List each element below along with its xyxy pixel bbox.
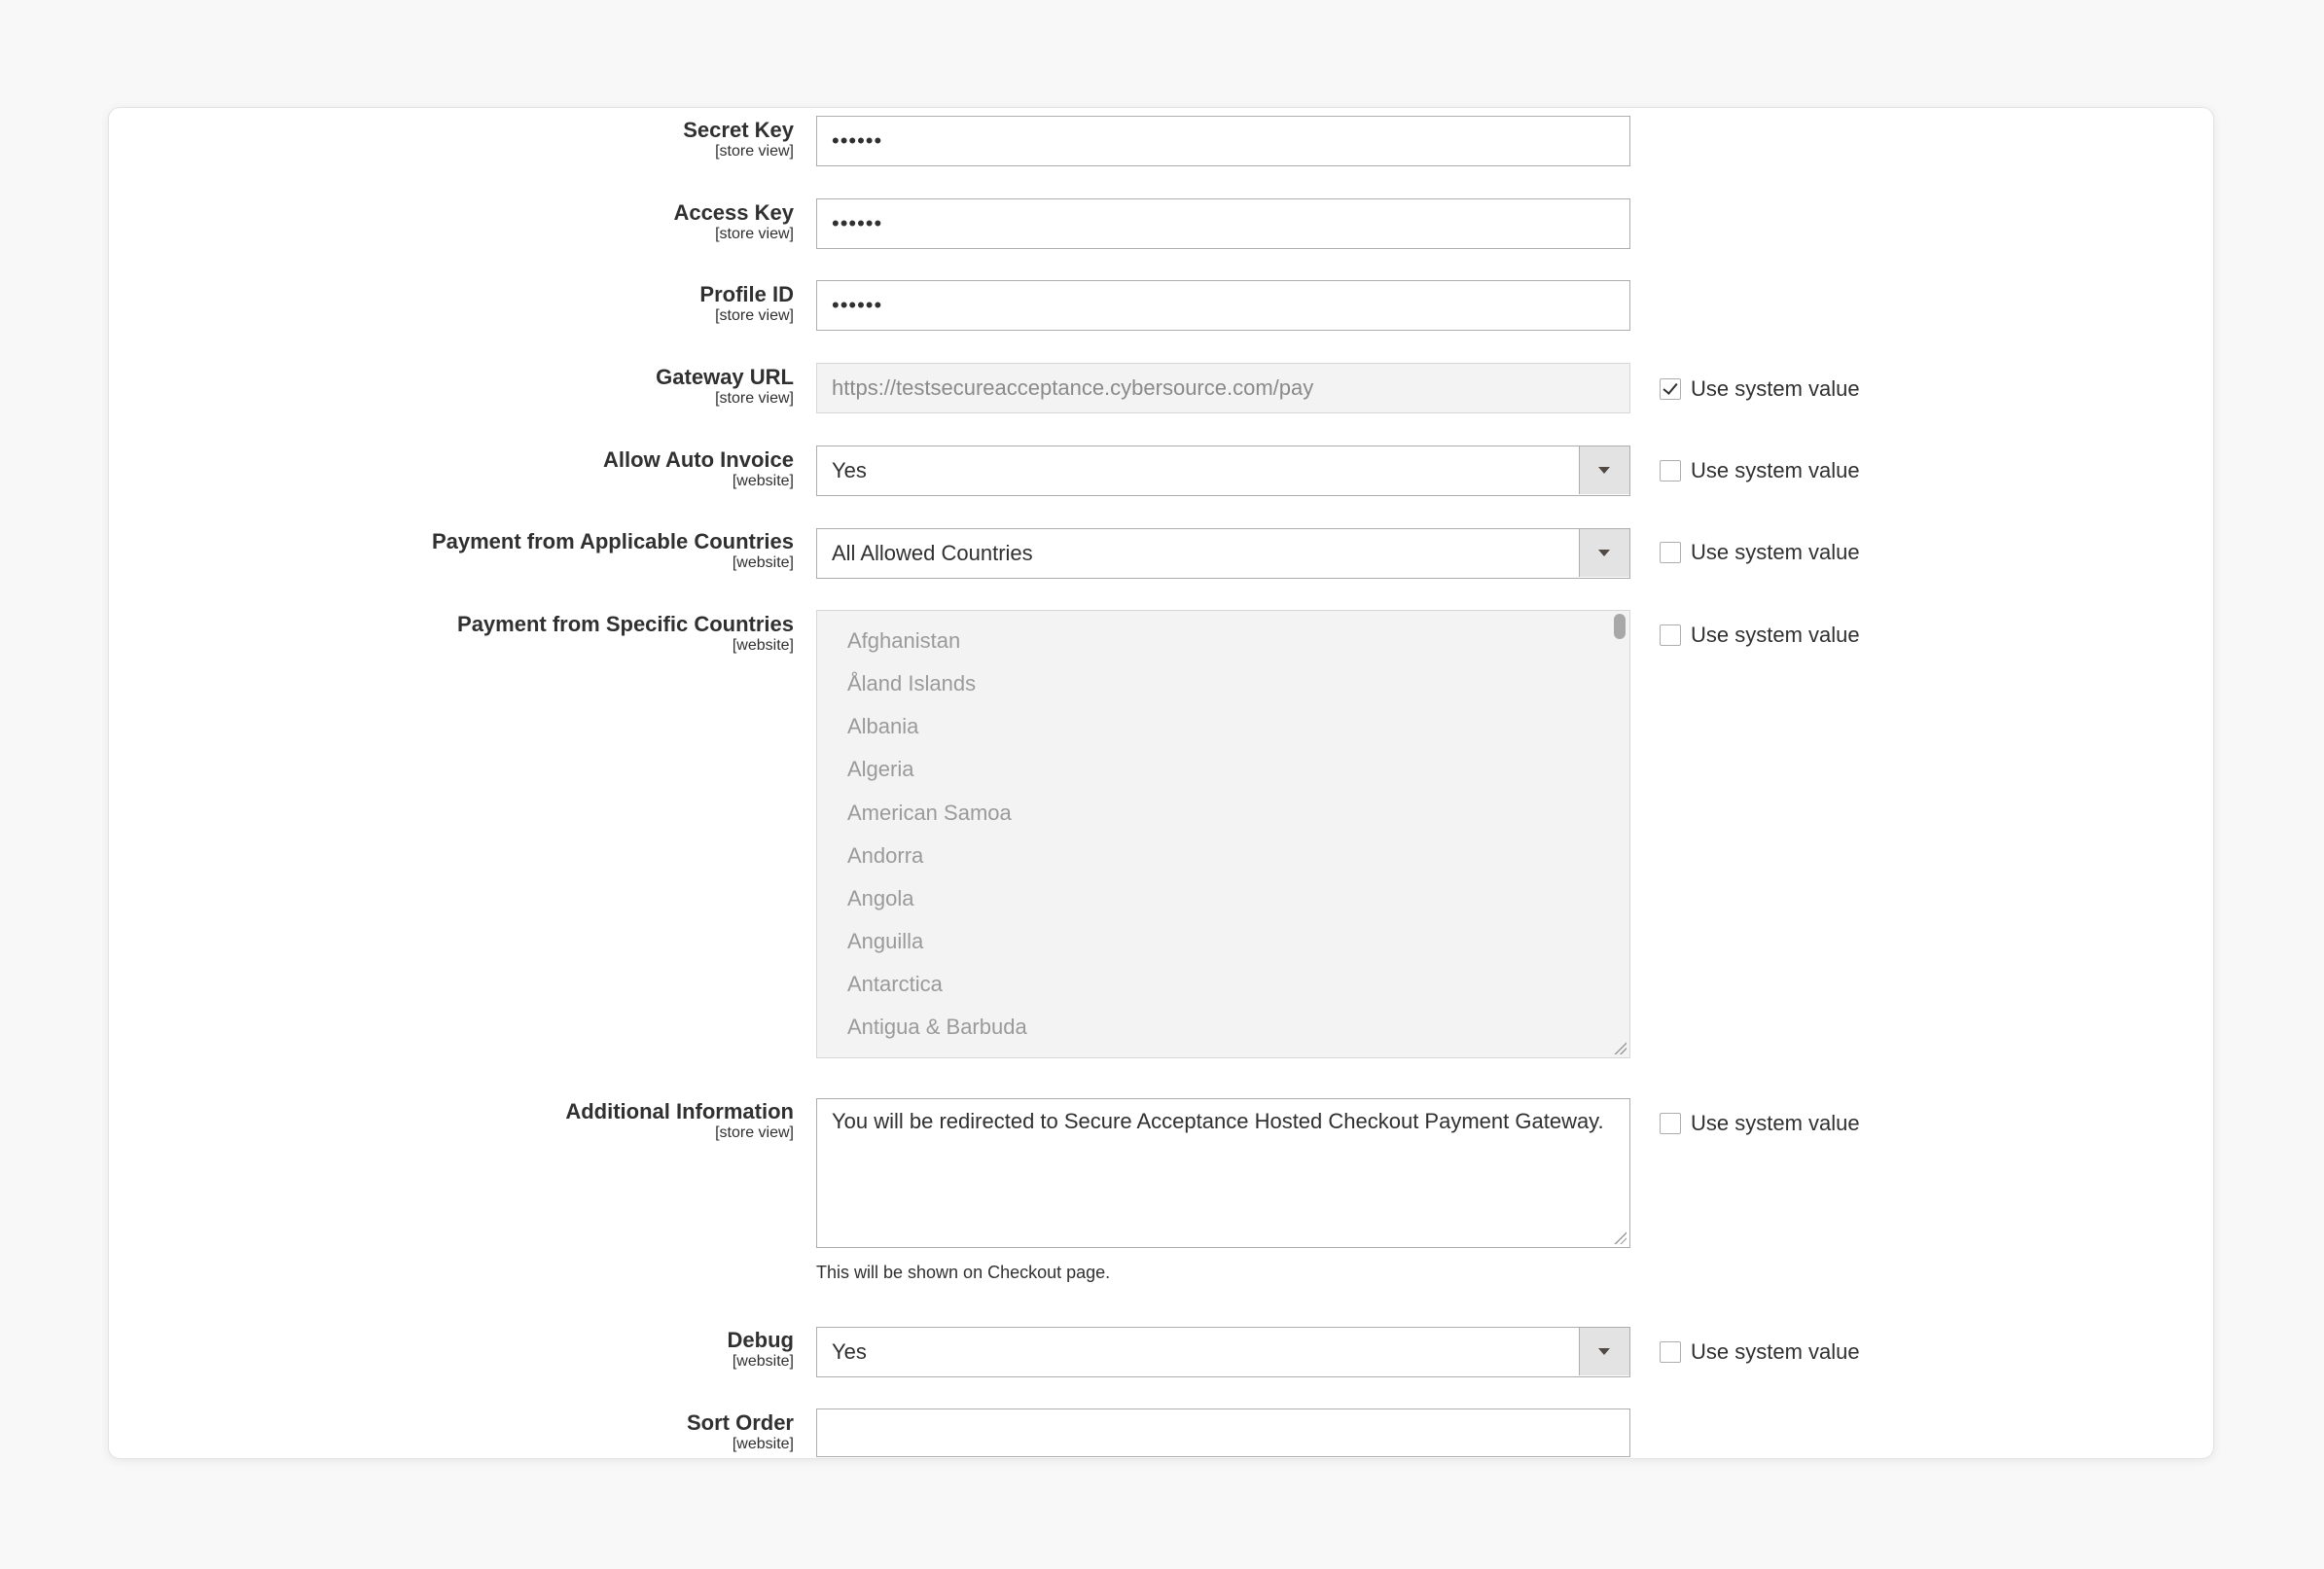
debug-use-system[interactable]: Use system value: [1660, 1338, 1860, 1366]
chevron-down-icon[interactable]: [1579, 446, 1629, 494]
specific-countries-multiselect[interactable]: Afghanistan Åland Islands Albania Algeri…: [816, 610, 1630, 1058]
access-key-title: Access Key: [673, 200, 794, 225]
use-system-value-label: Use system value: [1691, 458, 1860, 482]
secret-key-scope: [store view]: [715, 143, 794, 160]
allow-auto-invoice-label: Allow Auto Invoice [website]: [603, 447, 794, 490]
additional-info-value: You will be redirected to Secure Accepta…: [832, 1109, 1604, 1133]
specific-countries-title: Payment from Specific Countries: [457, 612, 794, 636]
additional-info-note: This will be shown on Checkout page.: [816, 1263, 1111, 1282]
country-option[interactable]: Åland Islands: [847, 671, 976, 696]
gateway-url-value: https://testsecureacceptance.cybersource…: [832, 375, 1314, 400]
sort-order-input[interactable]: [816, 1409, 1630, 1457]
use-system-value-label: Use system value: [1691, 376, 1860, 401]
debug-checkbox[interactable]: [1660, 1341, 1681, 1363]
country-option[interactable]: American Samoa: [847, 801, 1012, 826]
gateway-url-use-system[interactable]: Use system value: [1660, 375, 1860, 403]
allow-auto-invoice-scope: [website]: [732, 473, 794, 489]
specific-countries-label: Payment from Specific Countries [website…: [457, 612, 794, 655]
chevron-down-icon[interactable]: [1579, 529, 1629, 577]
sort-order-title: Sort Order: [686, 1410, 794, 1435]
chevron-down-icon[interactable]: [1579, 1328, 1629, 1375]
additional-info-title: Additional Information: [565, 1099, 794, 1123]
country-option[interactable]: Algeria: [847, 757, 913, 782]
country-option[interactable]: Antigua & Barbuda: [847, 1015, 1027, 1040]
profile-id-value: ••••••: [832, 293, 883, 317]
use-system-value-label: Use system value: [1691, 623, 1860, 647]
profile-id-label: Profile ID [store view]: [699, 282, 794, 325]
debug-label: Debug [website]: [728, 1328, 794, 1371]
country-option[interactable]: Angola: [847, 886, 914, 911]
use-system-value-label: Use system value: [1691, 1339, 1860, 1364]
applicable-countries-scope: [website]: [732, 554, 794, 571]
sort-order-scope: [website]: [732, 1436, 794, 1452]
additional-info-label: Additional Information [store view]: [565, 1099, 794, 1142]
resize-grip-icon[interactable]: [1613, 1041, 1627, 1054]
access-key-input[interactable]: ••••••: [816, 198, 1630, 249]
profile-id-title: Profile ID: [699, 282, 794, 306]
scrollbar-thumb[interactable]: [1614, 614, 1626, 639]
profile-id-scope: [store view]: [715, 307, 794, 324]
use-system-value-label: Use system value: [1691, 540, 1860, 564]
country-option[interactable]: Albania: [847, 714, 918, 739]
gateway-url-checkbox[interactable]: [1660, 378, 1681, 400]
specific-countries-checkbox[interactable]: [1660, 624, 1681, 646]
profile-id-input[interactable]: ••••••: [816, 280, 1630, 331]
country-option[interactable]: Andorra: [847, 843, 923, 869]
applicable-countries-value: All Allowed Countries: [832, 541, 1033, 565]
country-option[interactable]: Anguilla: [847, 929, 923, 954]
access-key-scope: [store view]: [715, 226, 794, 242]
country-option[interactable]: Antarctica: [847, 972, 943, 997]
debug-title: Debug: [727, 1328, 794, 1352]
allow-auto-invoice-checkbox[interactable]: [1660, 460, 1681, 481]
gateway-url-title: Gateway URL: [656, 365, 794, 389]
allow-auto-invoice-value: Yes: [832, 458, 867, 482]
secret-key-label: Secret Key [store view]: [683, 118, 794, 160]
additional-info-textarea[interactable]: You will be redirected to Secure Accepta…: [816, 1098, 1630, 1248]
allow-auto-invoice-use-system[interactable]: Use system value: [1660, 457, 1860, 484]
debug-scope: [website]: [732, 1353, 794, 1370]
additional-info-checkbox[interactable]: [1660, 1113, 1681, 1134]
gateway-url-input[interactable]: https://testsecureacceptance.cybersource…: [816, 363, 1630, 413]
specific-countries-scope: [website]: [732, 637, 794, 654]
applicable-countries-select[interactable]: All Allowed Countries: [816, 528, 1630, 579]
additional-info-use-system[interactable]: Use system value: [1660, 1110, 1860, 1137]
gateway-url-scope: [store view]: [715, 390, 794, 407]
access-key-label: Access Key [store view]: [673, 200, 794, 243]
country-option[interactable]: Afghanistan: [847, 628, 960, 654]
secret-key-value: ••••••: [832, 128, 883, 153]
specific-countries-use-system[interactable]: Use system value: [1660, 622, 1860, 649]
debug-value: Yes: [832, 1339, 867, 1364]
allow-auto-invoice-title: Allow Auto Invoice: [603, 447, 794, 472]
secret-key-input[interactable]: ••••••: [816, 116, 1630, 166]
allow-auto-invoice-select[interactable]: Yes: [816, 446, 1630, 496]
applicable-countries-label: Payment from Applicable Countries [websi…: [432, 529, 794, 572]
access-key-value: ••••••: [832, 211, 883, 235]
gateway-url-label: Gateway URL [store view]: [656, 365, 794, 408]
additional-info-scope: [store view]: [715, 1124, 794, 1141]
sort-order-label: Sort Order [website]: [687, 1410, 794, 1453]
resize-grip-icon[interactable]: [1613, 1230, 1627, 1244]
debug-select[interactable]: Yes: [816, 1327, 1630, 1377]
use-system-value-label: Use system value: [1691, 1111, 1860, 1135]
applicable-countries-use-system[interactable]: Use system value: [1660, 539, 1860, 566]
applicable-countries-title: Payment from Applicable Countries: [431, 529, 794, 553]
secret-key-title: Secret Key: [683, 118, 794, 142]
applicable-countries-checkbox[interactable]: [1660, 542, 1681, 563]
